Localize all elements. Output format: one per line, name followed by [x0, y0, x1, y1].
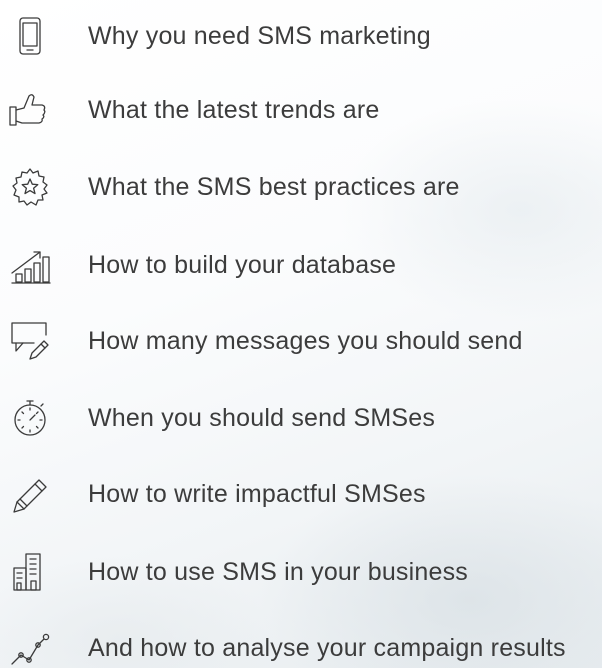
list-item: What the latest trends are — [0, 90, 602, 130]
stopwatch-icon — [8, 398, 52, 438]
analytics-line-icon — [8, 628, 52, 668]
star-badge-icon — [8, 167, 52, 207]
list-item-label: How to build your database — [88, 251, 397, 279]
growth-chart-icon — [8, 245, 52, 285]
list-item-label: How to write impactful SMSes — [88, 480, 426, 508]
list-item: How to use SMS in your business — [0, 552, 602, 592]
list-item-label: How many messages you should send — [88, 327, 523, 355]
list-item-label: What the latest trends are — [88, 96, 380, 124]
list-item: Why you need SMS marketing — [0, 16, 602, 56]
list-item: How to build your database — [0, 245, 602, 285]
list-item-label: When you should send SMSes — [88, 404, 436, 432]
smartphone-icon — [8, 16, 52, 56]
list-item: When you should send SMSes — [0, 398, 602, 438]
list-item: And how to analyse your campaign results — [0, 628, 602, 668]
list-item-label: Why you need SMS marketing — [88, 22, 431, 50]
list-item-label: How to use SMS in your business — [88, 558, 468, 586]
buildings-icon — [8, 552, 52, 592]
list-item: How many messages you should send — [0, 321, 602, 361]
list-item-label: What the SMS best practices are — [88, 173, 460, 201]
list-item: How to write impactful SMSes — [0, 474, 602, 514]
thumbs-up-icon — [8, 90, 52, 130]
message-edit-icon — [8, 321, 52, 361]
pencil-icon — [8, 474, 52, 514]
list-item-label: And how to analyse your campaign results — [88, 634, 566, 662]
list-item: What the SMS best practices are — [0, 167, 602, 207]
